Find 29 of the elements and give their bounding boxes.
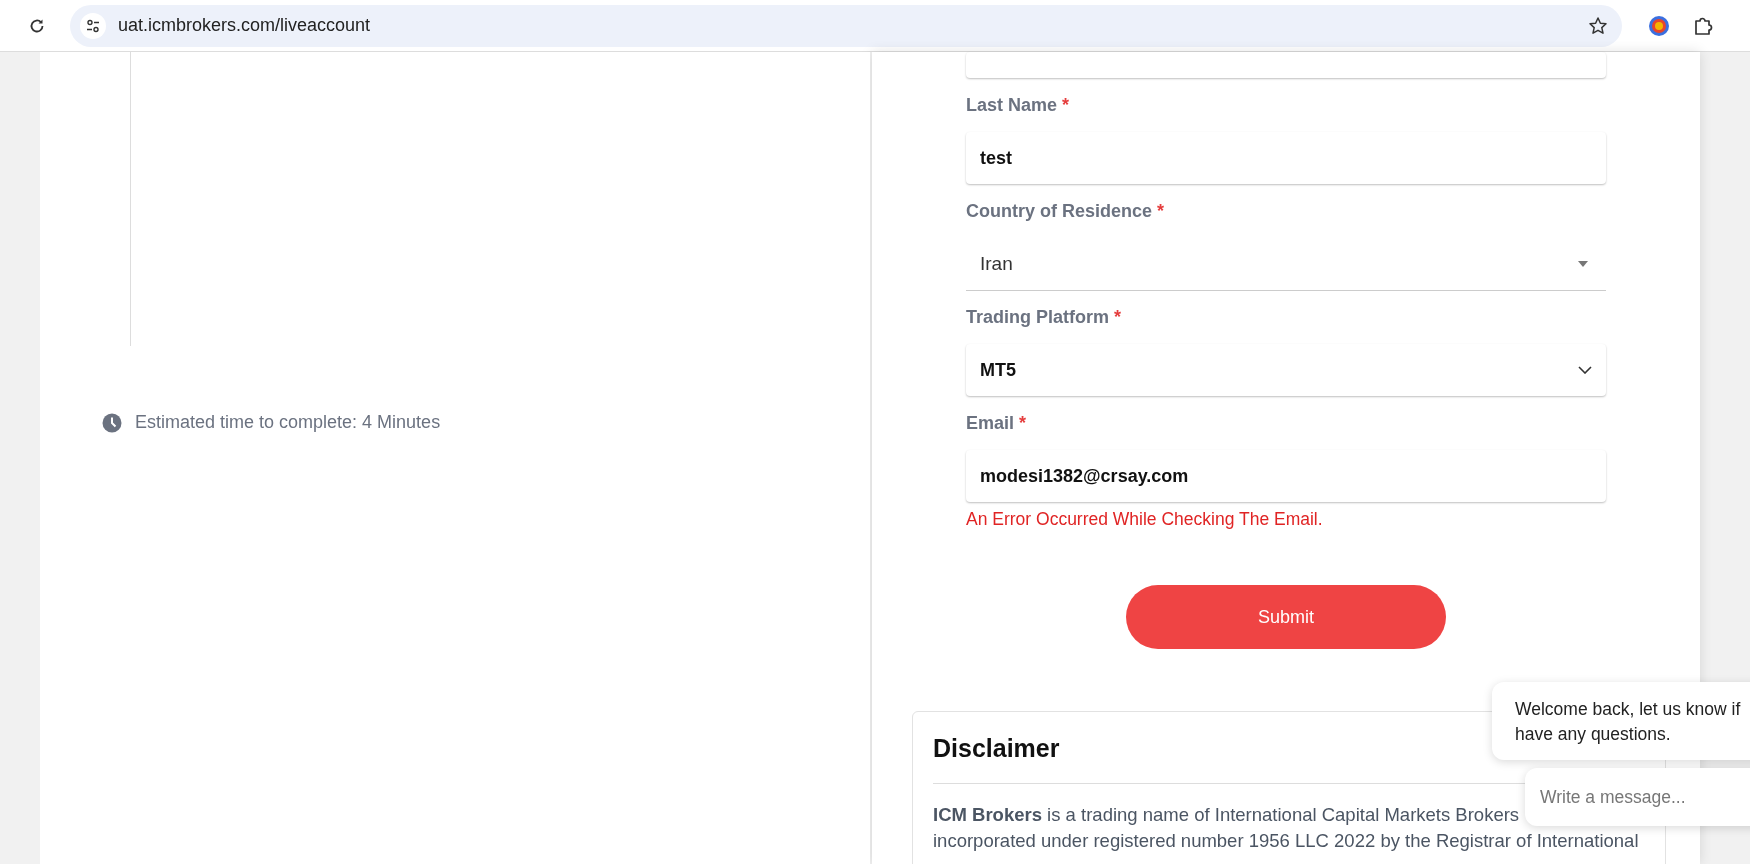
error-message: An Error Occurred While Checking The Email. [966, 509, 1324, 530]
clock-icon [102, 412, 122, 433]
required-asterisk: * [1062, 95, 1070, 115]
platform-dropdown[interactable]: MT5 [966, 344, 1606, 396]
disclaimer-text-line: ICM Brokers is a trading name of International Capital Markets Brokers [933, 803, 1520, 827]
site-info-icon[interactable] [80, 12, 106, 39]
input-field[interactable]: modesi1382@crsay.com [966, 450, 1606, 502]
extension-icon[interactable] [1648, 14, 1670, 37]
chat-message-line: have any questions. [1515, 723, 1672, 746]
required-asterisk: * [1019, 413, 1027, 433]
field-label-text: Last Name [966, 95, 1058, 115]
field-label-text: Country of Residence [966, 201, 1153, 221]
bookmark-star-icon[interactable] [1588, 15, 1608, 36]
required-asterisk: * [1114, 307, 1122, 327]
chat-message-field[interactable]: Write a message... [1525, 768, 1750, 826]
disclaimer-text-line: incorporated under registered number 1956 LLC 2022 by the Registrar of International [933, 829, 1639, 853]
address-bar[interactable]: uat.icmbrokers.com/liveaccount [70, 4, 1622, 47]
chat-message-line: Welcome back, let us know if [1515, 698, 1742, 721]
disclaimer-title: Disclaimer [933, 734, 1060, 763]
field-label-text: Email [966, 413, 1015, 433]
dropdown-triangle-icon [1578, 261, 1588, 267]
input-field[interactable]: test [966, 132, 1606, 184]
chevron-down-icon [1578, 366, 1592, 374]
country-dropdown[interactable]: Iran [966, 238, 1606, 290]
field-label-text: Trading Platform [966, 307, 1109, 327]
url-text: uat.icmbrokers.com/liveaccount [118, 15, 372, 36]
required-asterisk: * [1157, 201, 1165, 221]
submit-button[interactable]: Submit [1126, 585, 1446, 649]
estimated-time-text: Estimated time to complete: 4 Minutes [135, 412, 441, 433]
